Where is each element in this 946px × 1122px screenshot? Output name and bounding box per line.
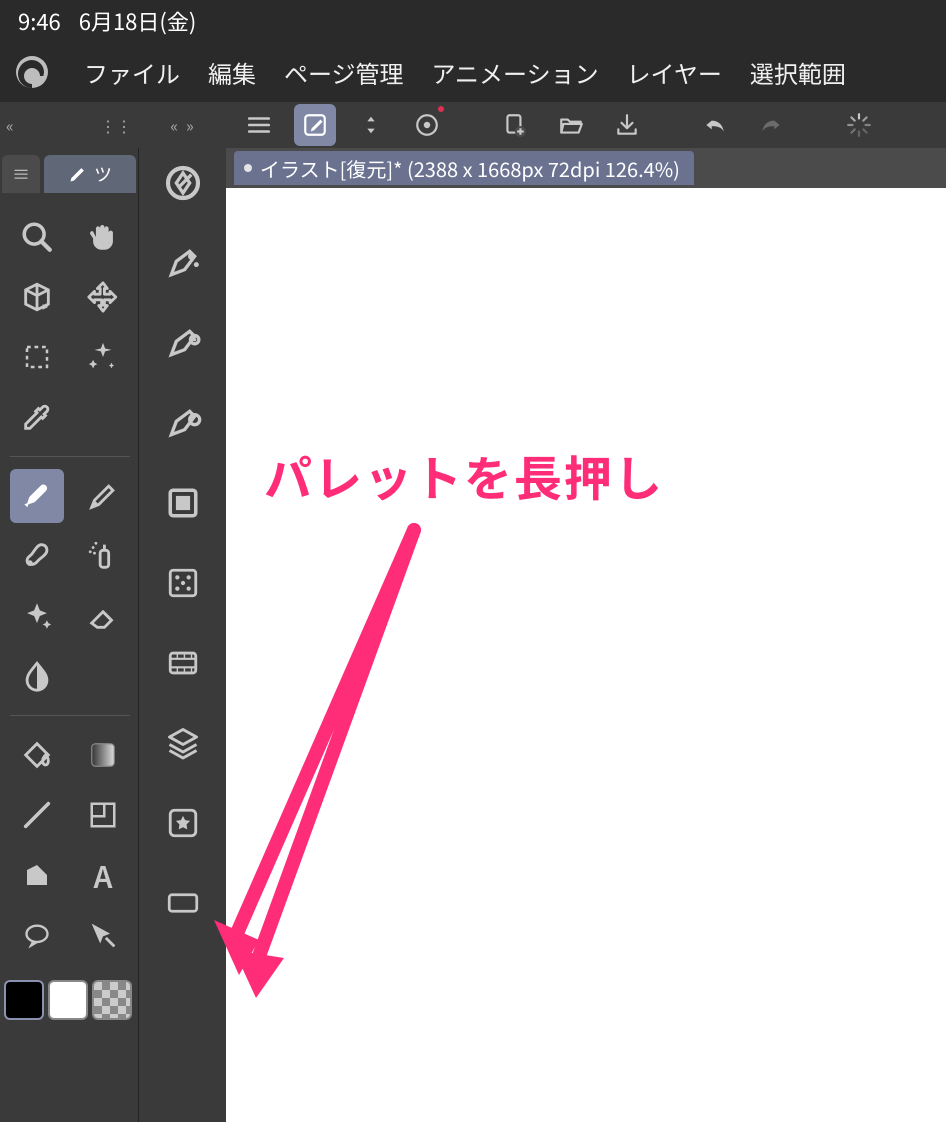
status-date: 6月18日(金) xyxy=(79,5,197,37)
menu-page[interactable]: ページ管理 xyxy=(284,55,404,90)
pen-icon[interactable] xyxy=(10,469,64,523)
tone-icon[interactable] xyxy=(158,478,208,528)
tab-menu-glyph: ≡ xyxy=(12,161,30,187)
canvas[interactable]: パレットを長押し パレットをタブ表示 xyxy=(226,188,946,1122)
frame-icon[interactable] xyxy=(76,788,130,842)
open-folder-icon[interactable] xyxy=(550,104,592,146)
document-tab[interactable]: イラスト[復元]* (2388 x 1668px 72dpi 126.4%) xyxy=(234,151,694,185)
canvas-area: イラスト[復元]* (2388 x 1668px 72dpi 126.4%) パ… xyxy=(226,148,946,1122)
color-swatches xyxy=(0,980,138,1020)
gradient-icon[interactable] xyxy=(76,728,130,782)
blend-icon[interactable] xyxy=(10,649,64,703)
menu-bar: ファイル 編集 ページ管理 アニメーション レイヤー 選択範囲 xyxy=(0,42,946,102)
text-glyph: A xyxy=(94,853,113,897)
edit-square-icon[interactable] xyxy=(294,104,336,146)
annotation-arrow-icon xyxy=(204,520,464,1000)
expand-vert-icon[interactable] xyxy=(350,104,392,146)
eyedropper-icon[interactable] xyxy=(10,390,64,444)
toolbox-panel: ≡ ツ xyxy=(0,148,138,1122)
text-icon[interactable]: A xyxy=(76,848,130,902)
busy-spinner-icon xyxy=(838,104,880,146)
cube-icon[interactable] xyxy=(10,270,64,324)
toolbox-tab-label: ツ xyxy=(94,161,112,187)
cursor-edit-icon[interactable] xyxy=(76,908,130,962)
collapse-left2-icon[interactable]: « xyxy=(170,113,178,137)
document-tab-row: イラスト[復元]* (2388 x 1668px 72dpi 126.4%) xyxy=(226,148,946,188)
swatch-foreground[interactable] xyxy=(4,980,44,1020)
airbrush-icon[interactable] xyxy=(76,529,130,583)
magnify-icon[interactable] xyxy=(10,210,64,264)
blank-slot xyxy=(76,390,130,444)
sub-tool-pen-a-icon[interactable] xyxy=(158,238,208,288)
redo-icon[interactable] xyxy=(750,104,792,146)
menu-edit[interactable]: 編集 xyxy=(208,55,256,90)
marquee-icon[interactable] xyxy=(10,330,64,384)
unsaved-dot-icon xyxy=(244,164,252,172)
menu-animation[interactable]: アニメーション xyxy=(432,55,599,90)
layers-icon[interactable] xyxy=(158,718,208,768)
menu-layer[interactable]: レイヤー xyxy=(627,55,722,90)
collapse-left1-icon[interactable]: « xyxy=(6,113,14,137)
document-title: イラスト[復元]* (2388 x 1668px 72dpi 126.4%) xyxy=(260,154,680,183)
app-logo-icon[interactable] xyxy=(8,48,56,96)
film-icon[interactable] xyxy=(158,638,208,688)
undo-icon[interactable] xyxy=(694,104,736,146)
status-time: 9:46 xyxy=(18,5,61,37)
favorite-icon[interactable] xyxy=(158,798,208,848)
toolbox-tab-menu[interactable]: ≡ xyxy=(2,155,40,193)
pattern-icon[interactable] xyxy=(158,558,208,608)
bucket-icon[interactable] xyxy=(10,728,64,782)
brush-icon[interactable] xyxy=(10,529,64,583)
sparkle-icon[interactable] xyxy=(10,589,64,643)
collapse-right2-icon[interactable]: » xyxy=(186,113,194,137)
wand-icon[interactable] xyxy=(76,330,130,384)
toolbox-tab-active[interactable]: ツ xyxy=(44,155,136,193)
swatch-background[interactable] xyxy=(48,980,88,1020)
drag-handle-icon[interactable]: ⋮⋮ xyxy=(100,113,132,137)
new-page-icon[interactable] xyxy=(494,104,536,146)
material-square-icon[interactable] xyxy=(158,878,208,928)
menu-selection[interactable]: 選択範囲 xyxy=(750,55,846,90)
save-icon[interactable] xyxy=(606,104,648,146)
status-bar: 9:46 6月18日(金) xyxy=(0,0,946,42)
hamburger-icon[interactable] xyxy=(238,104,280,146)
menu-file[interactable]: ファイル xyxy=(84,55,180,90)
palette-icon-strip xyxy=(138,148,226,1122)
lasso-speech-icon[interactable] xyxy=(10,908,64,962)
at-dot-icon[interactable] xyxy=(406,104,448,146)
swatch-transparent[interactable] xyxy=(92,980,132,1020)
pencil-icon[interactable] xyxy=(76,469,130,523)
annotation-text: パレットを長押し xyxy=(264,440,664,510)
quick-access-icon[interactable] xyxy=(158,158,208,208)
sub-tool-marker-icon[interactable] xyxy=(158,398,208,448)
sub-tool-pen-b-icon[interactable] xyxy=(158,318,208,368)
shape-icon[interactable] xyxy=(10,848,64,902)
move-icon[interactable] xyxy=(76,270,130,324)
eraser-icon[interactable] xyxy=(76,589,130,643)
line-icon[interactable] xyxy=(10,788,64,842)
pen-small-icon xyxy=(68,164,88,184)
blank-slot-2 xyxy=(76,649,130,703)
hand-icon[interactable] xyxy=(76,210,130,264)
